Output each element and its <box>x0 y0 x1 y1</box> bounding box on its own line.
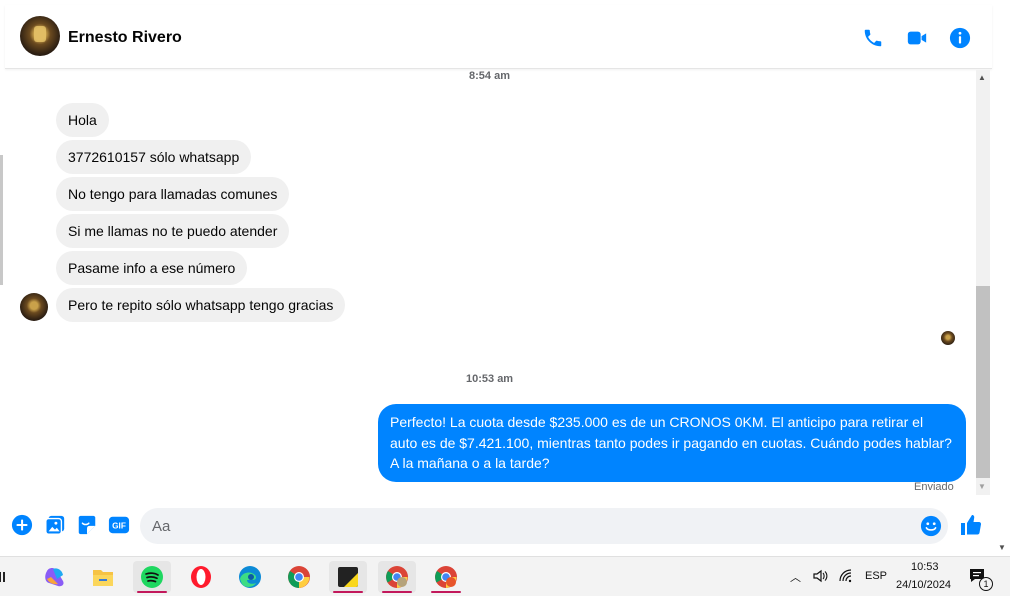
scroll-up-arrow-icon[interactable]: ▲ <box>978 73 986 82</box>
outgoing-message[interactable]: Perfecto! La cuota desde $235.000 es de … <box>378 404 966 482</box>
message-status: Enviado <box>914 481 954 493</box>
emoji-icon[interactable] <box>920 515 942 537</box>
file-explorer-icon[interactable] <box>84 561 122 593</box>
like-icon[interactable] <box>959 513 983 537</box>
copilot-icon[interactable] <box>36 561 74 593</box>
chrome-icon[interactable] <box>280 561 318 593</box>
spotify-icon[interactable] <box>133 561 171 593</box>
info-icon[interactable] <box>949 27 971 49</box>
gallery-icon[interactable] <box>44 514 66 536</box>
incoming-message[interactable]: Hola <box>56 103 109 137</box>
timestamp: 10:53 am <box>466 373 514 385</box>
timestamp: 8:54 am <box>469 70 510 82</box>
chrome-profile-icon[interactable] <box>378 561 416 593</box>
incoming-message[interactable]: Pasame info a ese número <box>56 251 248 285</box>
notification-count-badge: 1 <box>979 577 993 591</box>
wifi-icon[interactable] <box>838 568 854 589</box>
contact-name[interactable]: Ernesto Rivero <box>68 29 182 47</box>
clock-time[interactable]: 10:53 <box>911 561 939 573</box>
clock-date[interactable]: 24/10/2024 <box>896 579 951 591</box>
sticky-notes-icon[interactable] <box>329 561 367 593</box>
incoming-message[interactable]: Si me llamas no te puedo atender <box>56 214 290 248</box>
left-edge-bar <box>0 155 3 285</box>
message-composer: GIF <box>0 500 994 552</box>
sender-avatar[interactable] <box>20 293 48 321</box>
tray-chevron-up-icon[interactable]: ︿ <box>790 569 801 585</box>
add-icon[interactable] <box>11 514 33 536</box>
chrome-profile-2-icon[interactable] <box>427 561 465 593</box>
incoming-message[interactable]: 3772610157 sólo whatsapp <box>56 140 252 174</box>
scrollbar-thumb[interactable] <box>976 286 990 478</box>
phone-icon[interactable] <box>862 27 884 49</box>
message-input[interactable] <box>140 508 948 544</box>
scroll-down-arrow-icon[interactable]: ▼ <box>978 482 986 491</box>
edge-icon[interactable] <box>231 561 269 593</box>
video-call-icon[interactable] <box>906 27 928 49</box>
input-language[interactable]: ESP <box>865 570 887 582</box>
opera-icon[interactable] <box>182 561 220 593</box>
gif-icon[interactable]: GIF <box>108 514 130 536</box>
incoming-message[interactable]: Pero te repito sólo whatsapp tengo graci… <box>56 288 346 322</box>
sticker-icon[interactable] <box>76 514 98 536</box>
volume-icon[interactable] <box>812 568 828 589</box>
seen-indicator-avatar <box>941 331 955 345</box>
incoming-message[interactable]: No tengo para llamadas comunes <box>56 177 290 211</box>
contact-avatar[interactable] <box>20 16 60 56</box>
window-scrollbar[interactable]: ▼ <box>994 0 1010 556</box>
taskbar: ︿ ESP 10:53 24/10/2024 1 <box>0 556 1010 596</box>
chat-window: Ernesto Rivero 8:54 am Hola 3772610157 s… <box>0 0 994 556</box>
task-view-icon[interactable] <box>0 561 12 593</box>
window-scroll-down-icon[interactable]: ▼ <box>998 543 1006 552</box>
message-list: 8:54 am Hola 3772610157 sólo whatsapp No… <box>5 70 975 495</box>
svg-text:GIF: GIF <box>112 522 126 531</box>
conversation-header: Ernesto Rivero <box>5 5 992 69</box>
